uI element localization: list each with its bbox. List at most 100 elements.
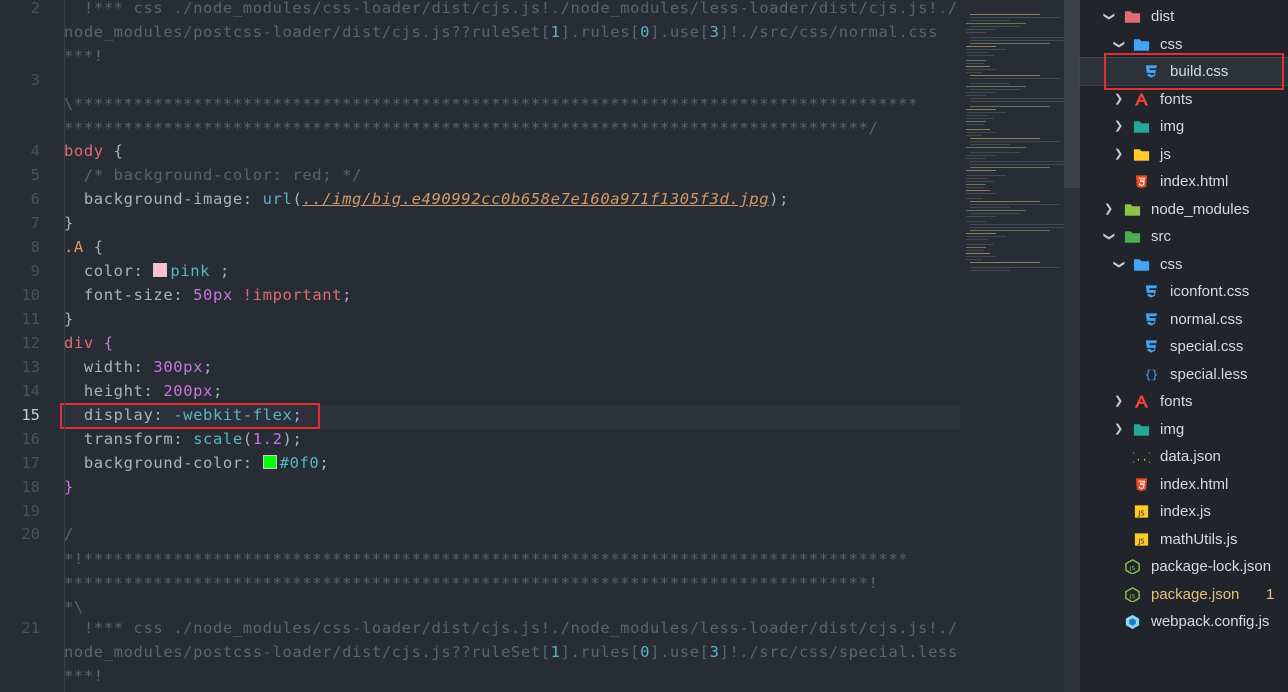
chevron-down-icon[interactable]: ❯ bbox=[1105, 260, 1132, 269]
tree-item-index-html[interactable]: index.html bbox=[1080, 168, 1288, 195]
code-line[interactable]: \***************************************… bbox=[64, 92, 918, 116]
code-line[interactable]: background-color: #0f0; bbox=[64, 451, 329, 475]
code-line[interactable]: body { bbox=[64, 139, 124, 163]
code-line[interactable]: height: 200px; bbox=[64, 379, 223, 403]
tree-item-mathutils-js[interactable]: JS mathUtils.js bbox=[1080, 526, 1288, 553]
code-line[interactable]: *!**************************************… bbox=[64, 547, 908, 571]
html-file-icon bbox=[1133, 471, 1151, 498]
code-line[interactable]: display: -webkit-flex; bbox=[64, 403, 302, 427]
code-token: pink bbox=[170, 262, 211, 280]
tree-item-label: package-lock.json bbox=[1151, 558, 1272, 575]
tree-item-package-lock-json[interactable]: JS package-lock.json bbox=[1080, 553, 1288, 580]
tree-item-iconfont-css[interactable]: iconfont.css bbox=[1080, 278, 1288, 305]
minimap-line bbox=[970, 227, 1064, 228]
tree-item-fonts[interactable]: ❯ fonts bbox=[1080, 388, 1288, 415]
minimap-line bbox=[966, 63, 984, 64]
tree-item-label: data.json bbox=[1160, 448, 1221, 465]
svg-text:{..}: {..} bbox=[1133, 452, 1150, 464]
code-line[interactable]: color: pink ; bbox=[64, 259, 230, 283]
code-line[interactable]: } bbox=[64, 475, 74, 499]
tree-item-special-css[interactable]: special.css bbox=[1080, 333, 1288, 360]
code-token: } bbox=[64, 214, 74, 232]
code-token: node_modules/postcss-loader/dist/cjs.js?… bbox=[64, 23, 551, 41]
tree-item-dist[interactable]: ❯ dist bbox=[1080, 3, 1288, 30]
minimap-line bbox=[970, 270, 1010, 271]
code-token: ); bbox=[769, 190, 790, 208]
tree-item-label: index.html bbox=[1160, 173, 1229, 190]
chevron-right-icon[interactable]: ❯ bbox=[1104, 196, 1113, 223]
chevron-down-icon[interactable]: ❯ bbox=[1105, 40, 1132, 49]
minimap-line bbox=[970, 144, 1010, 145]
tree-item-node-modules[interactable]: ❯ node_modules bbox=[1080, 196, 1288, 223]
minimap-line bbox=[966, 210, 1026, 211]
tree-item-webpack-config-js[interactable]: webpack.config.js bbox=[1080, 608, 1288, 635]
tree-item-css[interactable]: ❯ css bbox=[1080, 251, 1288, 278]
tree-item-js[interactable]: ❯ js bbox=[1080, 141, 1288, 168]
code-token: 0 bbox=[640, 643, 651, 661]
code-token: ( bbox=[292, 190, 303, 208]
code-editor[interactable]: 2 !*** css ./node_modules/css-loader/dis… bbox=[0, 0, 960, 692]
chevron-right-icon[interactable]: ❯ bbox=[1114, 416, 1123, 443]
minimap-line bbox=[970, 98, 1064, 99]
minimap-line bbox=[970, 37, 1064, 38]
tree-item-img[interactable]: ❯ img bbox=[1080, 113, 1288, 140]
tree-item-label: img bbox=[1160, 421, 1185, 438]
css-file-icon bbox=[1143, 278, 1161, 305]
tree-item-data-json[interactable]: {..} data.json bbox=[1080, 443, 1288, 470]
tree-item-src[interactable]: ❯ src bbox=[1080, 223, 1288, 250]
tree-item-label: iconfont.css bbox=[1170, 283, 1250, 300]
code-line[interactable]: !*** css ./node_modules/css-loader/dist/… bbox=[64, 616, 958, 640]
code-line[interactable]: ***! bbox=[64, 44, 104, 68]
code-line[interactable]: } bbox=[64, 211, 74, 235]
tree-item-index-html[interactable]: index.html bbox=[1080, 471, 1288, 498]
minimap[interactable] bbox=[960, 0, 1064, 692]
code-line[interactable]: /* background-color: red; */ bbox=[64, 163, 362, 187]
file-explorer: ❯ dist ❯ css build.css ❯ fonts ❯ img ❯ js index.htm… bbox=[1079, 0, 1288, 692]
minimap-line bbox=[966, 247, 986, 248]
minimap-line bbox=[970, 138, 1040, 139]
code-line[interactable]: / bbox=[64, 522, 74, 546]
minimap-line bbox=[970, 230, 1050, 231]
code-token: ].use[ bbox=[650, 643, 710, 661]
code-line[interactable]: node_modules/postcss-loader/dist/cjs.js?… bbox=[64, 640, 958, 664]
chevron-right-icon[interactable]: ❯ bbox=[1114, 388, 1123, 415]
editor-scrollbar-thumb[interactable] bbox=[1064, 0, 1080, 188]
chevron-down-icon[interactable]: ❯ bbox=[1095, 232, 1122, 241]
color-swatch-icon[interactable] bbox=[262, 455, 277, 469]
code-line[interactable]: background-image: url(../img/big.e490992… bbox=[64, 187, 789, 211]
chevron-down-icon[interactable]: ❯ bbox=[1095, 12, 1122, 21]
folder-node-icon bbox=[1124, 196, 1142, 223]
tree-item-img[interactable]: ❯ img bbox=[1080, 416, 1288, 443]
code-line[interactable]: node_modules/postcss-loader/dist/cjs.js?… bbox=[64, 20, 938, 44]
chevron-right-icon[interactable]: ❯ bbox=[1114, 141, 1123, 168]
tree-item-index-js[interactable]: JS index.js bbox=[1080, 498, 1288, 525]
line-number: 8 bbox=[30, 238, 40, 256]
code-line[interactable]: ****************************************… bbox=[64, 116, 878, 140]
code-line[interactable]: } bbox=[64, 307, 74, 331]
code-line[interactable]: .A { bbox=[64, 235, 104, 259]
code-line[interactable]: div { bbox=[64, 331, 114, 355]
code-token: #0f0 bbox=[279, 454, 320, 472]
code-line[interactable]: font-size: 50px !important; bbox=[64, 283, 352, 307]
code-line[interactable]: !*** css ./node_modules/css-loader/dist/… bbox=[64, 0, 958, 20]
code-token: *\ bbox=[64, 598, 84, 616]
code-line[interactable]: width: 300px; bbox=[64, 355, 213, 379]
tree-item-package-json[interactable]: JS package.json 1 bbox=[1080, 581, 1288, 608]
color-swatch-icon[interactable] bbox=[153, 263, 168, 277]
minimap-line bbox=[966, 184, 986, 185]
code-line[interactable]: ***! bbox=[64, 664, 104, 688]
tree-item-normal-css[interactable]: normal.css bbox=[1080, 306, 1288, 333]
chevron-right-icon[interactable]: ❯ bbox=[1114, 113, 1123, 140]
minimap-line bbox=[966, 155, 996, 156]
code-line[interactable]: ****************************************… bbox=[64, 571, 878, 595]
code-line[interactable]: transform: scale(1.2); bbox=[64, 427, 302, 451]
tree-item-fonts[interactable]: ❯ fonts bbox=[1080, 86, 1288, 113]
line-number: 12 bbox=[21, 334, 40, 352]
font-icon bbox=[1133, 388, 1151, 415]
minimap-line bbox=[966, 190, 990, 191]
minimap-line bbox=[966, 115, 988, 116]
tree-item-special-less[interactable]: {} special.less bbox=[1080, 361, 1288, 388]
chevron-right-icon[interactable]: ❯ bbox=[1114, 86, 1123, 113]
folder-css-icon bbox=[1133, 251, 1151, 278]
